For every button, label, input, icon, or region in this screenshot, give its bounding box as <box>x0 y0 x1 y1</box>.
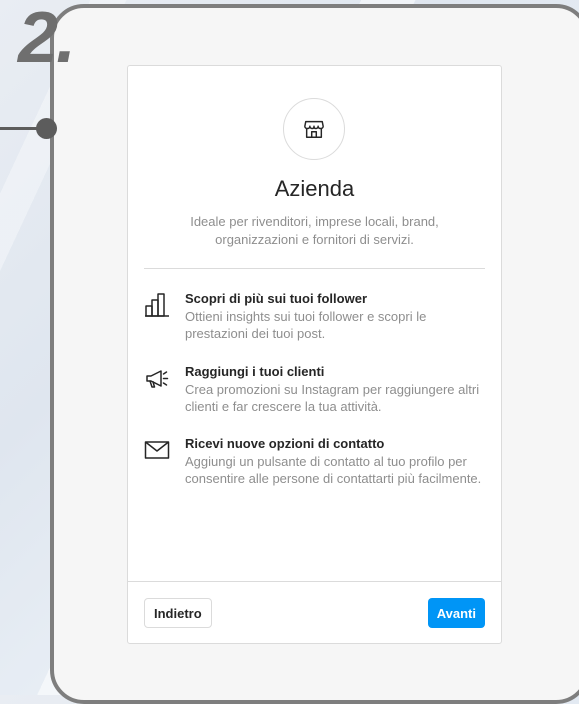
feature-title: Scopri di più sui tuoi follower <box>185 291 367 306</box>
footer-divider <box>128 581 501 582</box>
bar-chart-icon <box>144 292 170 318</box>
feature-description: Aggiungi un pulsante di contatto al tuo … <box>185 454 482 486</box>
feature-description: Crea promozioni su Instagram per raggiun… <box>185 382 480 414</box>
account-type-card: Azienda Ideale per rivenditori, imprese … <box>127 65 502 644</box>
feature-title: Raggiungi i tuoi clienti <box>185 364 325 379</box>
megaphone-icon <box>144 365 170 391</box>
next-button[interactable]: Avanti <box>427 598 485 628</box>
feature-item-customers: Raggiungi i tuoi clienti Crea promozioni… <box>144 363 485 415</box>
card-subtitle: Ideale per rivenditori, imprese locali, … <box>190 214 439 247</box>
divider <box>144 268 485 269</box>
card-title: Azienda <box>274 176 355 201</box>
back-button[interactable]: Indietro <box>144 598 212 628</box>
envelope-icon <box>144 437 170 463</box>
feature-description: Ottieni insights sui tuoi follower e sco… <box>185 309 427 341</box>
step-number: 2. <box>18 0 76 78</box>
feature-item-followers: Scopri di più sui tuoi follower Ottieni … <box>144 290 485 342</box>
feature-title: Ricevi nuove opzioni di contatto <box>185 436 385 451</box>
feature-item-contact: Ricevi nuove opzioni di contatto Aggiung… <box>144 435 485 487</box>
pointer-dot <box>36 118 57 139</box>
storefront-icon <box>283 98 345 160</box>
